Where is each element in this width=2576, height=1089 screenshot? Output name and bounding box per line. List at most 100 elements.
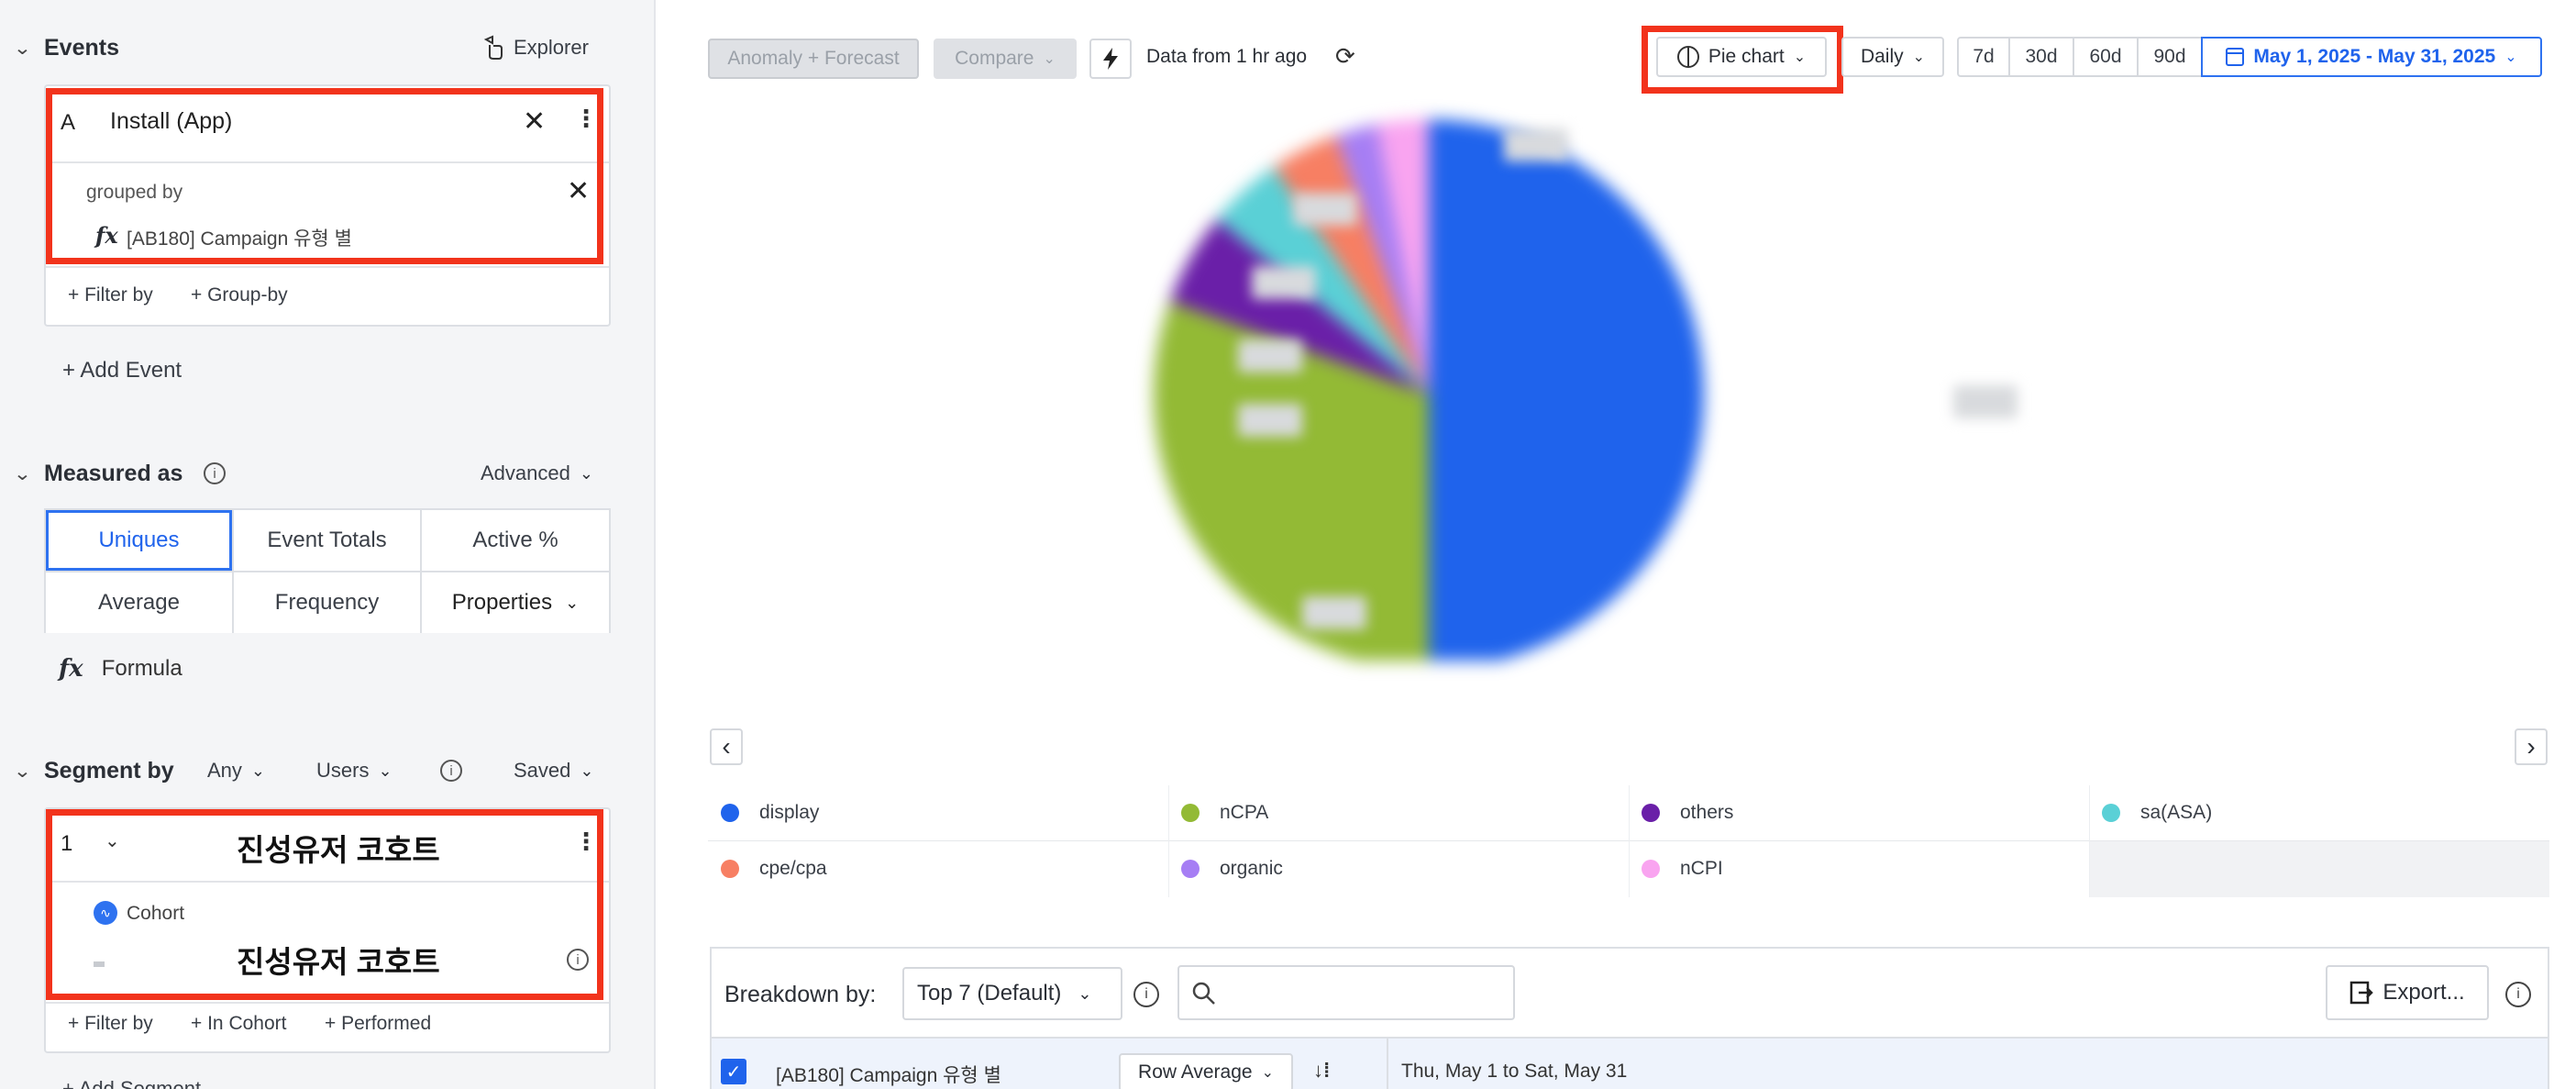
legend-prev-button[interactable]: ‹: [710, 728, 743, 765]
measure-event-totals-button[interactable]: Event Totals: [234, 510, 420, 571]
formula-button[interactable]: fx Formula: [59, 655, 182, 683]
event-filter-by-link[interactable]: + Filter by: [68, 284, 153, 306]
measure-frequency-button[interactable]: Frequency: [234, 572, 420, 633]
chevron-down-icon: ⌄: [250, 761, 266, 780]
select-all-checkbox[interactable]: ✓: [721, 1059, 746, 1084]
explorer-label: Explorer: [514, 36, 589, 59]
legend-item-sa-asa-[interactable]: sa(ASA): [2089, 785, 2549, 840]
segment-title: Segment by: [44, 757, 174, 783]
export-button[interactable]: Export...: [2326, 965, 2489, 1020]
segment-users-dropdown[interactable]: Users ⌄: [316, 759, 392, 783]
column-header-property[interactable]: [AB180] Campaign 유형 별: [776, 1061, 1001, 1088]
pie-slice-label: [1953, 385, 2018, 418]
compare-dropdown[interactable]: Compare ⌄: [934, 39, 1077, 79]
range-90d-button[interactable]: 90d: [2137, 37, 2203, 77]
pie-slice-label: [1293, 193, 1357, 226]
measure-average-button[interactable]: Average: [46, 572, 232, 633]
date-range-label: May 1, 2025 - May 31, 2025: [2253, 46, 2496, 67]
segment-filter-by-link[interactable]: + Filter by: [68, 1013, 153, 1035]
column-header-date: Thu, May 1 to Sat, May 31: [1401, 1061, 1628, 1082]
any-label: Any: [207, 759, 242, 782]
formula-label: Formula: [101, 656, 182, 681]
anomaly-forecast-button[interactable]: Anomaly + Forecast: [708, 39, 919, 79]
pie-slice-label: [1302, 596, 1366, 629]
measure-uniques-button[interactable]: Uniques: [46, 510, 232, 571]
search-icon: [1192, 982, 1215, 1005]
saved-label: Saved: [514, 759, 571, 782]
chart-legend: display nCPA others sa(ASA) cpe/cpa organic nC…: [708, 785, 2549, 897]
chevron-down-icon: ⌄: [1912, 50, 1926, 65]
in-cohort-link[interactable]: + In Cohort: [191, 1013, 286, 1035]
sort-icon[interactable]: ↓⁞: [1313, 1059, 1330, 1083]
info-icon[interactable]: i: [1133, 982, 1159, 1007]
legend-swatch: [1181, 860, 1200, 878]
refresh-icon[interactable]: ⟳: [1335, 42, 1355, 71]
legend-item-organic[interactable]: organic: [1168, 841, 1629, 896]
range-60d-button[interactable]: 60d: [2073, 37, 2139, 77]
performed-link[interactable]: + Performed: [325, 1013, 431, 1035]
legend-swatch: [721, 804, 739, 822]
add-segment-button[interactable]: + Add Segment: [62, 1077, 201, 1089]
breakdown-table: Breakdown by: Top 7 (Default) ⌄ i Export…: [710, 947, 2549, 1089]
legend-item-ncpa[interactable]: nCPA: [1168, 785, 1629, 840]
legend-label: display: [759, 802, 820, 823]
pie-slice-display[interactable]: [1429, 119, 1704, 661]
breakdown-dropdown[interactable]: Top 7 (Default) ⌄: [902, 967, 1122, 1020]
segment-any-dropdown[interactable]: Any ⌄: [207, 759, 265, 783]
pie-chart[interactable]: [1100, 92, 2201, 661]
event-group-by-link[interactable]: + Group-by: [191, 284, 288, 306]
events-header[interactable]: ⌄ Events Explorer: [0, 28, 656, 68]
legend-next-button[interactable]: ›: [2515, 728, 2548, 765]
pie-slice-label: [1504, 128, 1568, 161]
pie-slice-label: [1252, 266, 1316, 299]
interval-dropdown[interactable]: Daily ⌄: [1841, 37, 1944, 77]
legend-item-cpe-cpa[interactable]: cpe/cpa: [708, 841, 1168, 896]
calendar-icon: [2226, 48, 2245, 66]
export-icon: [2350, 981, 2374, 1005]
legend-swatch: [2102, 804, 2120, 822]
measure-properties-dropdown[interactable]: Properties ⌄: [422, 572, 609, 633]
highlight-box-segment: [46, 809, 603, 1000]
legend-item-others[interactable]: others: [1629, 785, 2089, 840]
properties-label: Properties: [451, 590, 553, 615]
legend-label: others: [1680, 802, 1734, 823]
explorer-icon: [483, 35, 503, 60]
legend-item-display[interactable]: display: [708, 785, 1168, 840]
date-range-picker[interactable]: May 1, 2025 - May 31, 2025 ⌄: [2201, 37, 2542, 77]
collapse-chevron-icon[interactable]: ⌄: [13, 760, 31, 783]
chevron-down-icon: ⌄: [1043, 51, 1056, 67]
range-30d-button[interactable]: 30d: [2008, 37, 2074, 77]
info-icon[interactable]: i: [440, 760, 462, 782]
info-icon[interactable]: i: [204, 462, 226, 484]
collapse-chevron-icon[interactable]: ⌄: [13, 462, 31, 485]
legend-column-divider: [1629, 785, 1630, 897]
export-label: Export...: [2383, 980, 2465, 1005]
advanced-dropdown[interactable]: Advanced ⌄: [481, 461, 593, 485]
info-icon[interactable]: i: [2505, 982, 2531, 1007]
data-freshness-label: Data from 1 hr ago: [1146, 46, 1308, 67]
collapse-chevron-icon[interactable]: ⌄: [13, 37, 31, 60]
pie-slice-label: [1238, 339, 1302, 372]
row-average-dropdown[interactable]: Row Average ⌄: [1119, 1053, 1293, 1089]
explorer-button[interactable]: Explorer: [481, 34, 589, 61]
query-builder-panel: ⌄ Events Explorer A Install (App) ✕ ⋮ gr…: [0, 0, 656, 1089]
add-event-button[interactable]: + Add Event: [62, 358, 182, 383]
events-title: Events: [44, 34, 119, 61]
chevron-down-icon: ⌄: [378, 761, 392, 780]
legend-label: nCPI: [1680, 858, 1723, 879]
legend-label: nCPA: [1220, 802, 1269, 823]
segment-header[interactable]: ⌄ Segment by Any ⌄ Users ⌄ i Saved ⌄: [0, 750, 656, 791]
measured-header[interactable]: ⌄ Measured as i Advanced ⌄: [0, 453, 656, 494]
column-divider: [1387, 1039, 1388, 1089]
breakdown-search-input[interactable]: [1177, 965, 1515, 1020]
highlight-box-event: [46, 88, 603, 264]
legend-item-ncpi[interactable]: nCPI: [1629, 841, 2089, 896]
table-header-row: ✓ [AB180] Campaign 유형 별 Row Average ⌄ ↓⁞…: [712, 1037, 2548, 1089]
chevron-down-icon: ⌄: [580, 761, 594, 780]
range-7d-button[interactable]: 7d: [1957, 37, 2010, 77]
app-root: ⌄ Events Explorer A Install (App) ✕ ⋮ gr…: [0, 0, 2576, 1089]
measure-active-percent-button[interactable]: Active %: [422, 510, 609, 571]
lightning-button[interactable]: [1089, 39, 1132, 79]
legend-column-divider: [2089, 785, 2090, 897]
segment-saved-dropdown[interactable]: Saved ⌄: [514, 759, 593, 783]
